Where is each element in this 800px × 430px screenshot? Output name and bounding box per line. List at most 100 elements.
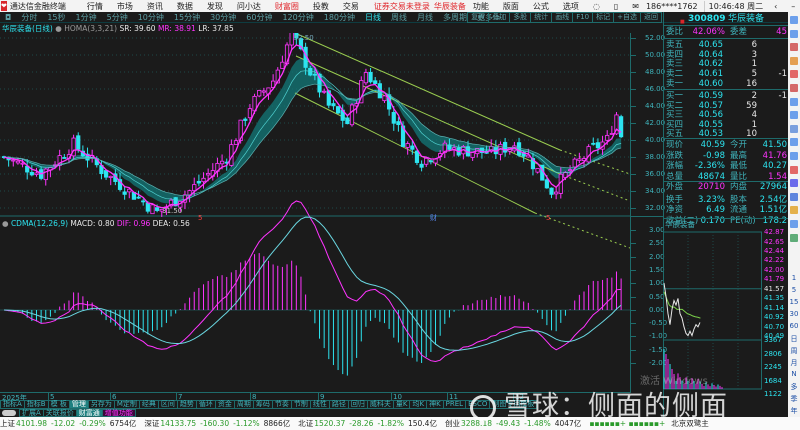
toolbar-button[interactable]: 多股 xyxy=(509,12,532,23)
period-tab[interactable]: 1分钟 xyxy=(76,12,97,23)
service-icon[interactable]: ◌ xyxy=(593,2,600,11)
template-tab[interactable]: 区间 xyxy=(157,400,178,409)
template-tab[interactable]: 趋势 xyxy=(176,400,197,409)
index-quote[interactable]: 深证14133.75 -160.30 -1.12% 8866亿 xyxy=(144,418,290,429)
index-quote[interactable]: 上证4101.98 -12.02 -0.29% 6754亿 xyxy=(0,418,136,429)
template-tab[interactable]: 节奏 xyxy=(271,400,292,409)
period-tab[interactable]: 分时 xyxy=(21,12,37,23)
template-tab[interactable]: 指标B xyxy=(23,400,49,409)
drawing-icon[interactable] xyxy=(790,124,798,133)
scroll-up-icon[interactable] xyxy=(790,16,798,24)
template-tab[interactable]: 模 板 xyxy=(47,400,70,409)
panel-toggle-icon[interactable]: ◘ xyxy=(5,13,11,22)
template-tab[interactable]: 路径 xyxy=(328,400,349,409)
bid-row[interactable]: 买三 40.56 4 xyxy=(666,110,787,120)
rsi-icon[interactable] xyxy=(790,179,798,188)
sidebar-period-button[interactable]: 周 xyxy=(788,346,800,356)
refresh-icon[interactable] xyxy=(790,233,798,242)
sidebar-period-button[interactable]: 日 xyxy=(788,334,800,344)
toolbar-button[interactable]: 复权 xyxy=(467,12,490,23)
trend-icon[interactable] xyxy=(790,70,798,79)
menu-toujiao[interactable]: 投教 xyxy=(313,1,329,12)
account-id[interactable]: 186****1762 xyxy=(646,2,698,11)
menu-shuju[interactable]: 数据 xyxy=(177,1,193,12)
menu-gongneng[interactable]: 功能 xyxy=(473,1,489,12)
period-tab[interactable]: 60分钟 xyxy=(246,12,272,23)
sidebar-period-button[interactable]: 15 xyxy=(788,298,800,306)
template-tab[interactable]: 威科夫 xyxy=(366,400,394,409)
menu-banmian[interactable]: 版面 xyxy=(503,1,519,12)
menu-wenxiaoda[interactable]: 问小达 xyxy=(237,1,261,12)
menu-shichang[interactable]: 市场 xyxy=(117,1,133,12)
template-tab[interactable]: 管理 xyxy=(68,400,89,409)
menu-xuanxiang[interactable]: 选项 xyxy=(563,1,579,12)
template-tab[interactable]: 神K xyxy=(426,400,444,409)
sidebar-period-button[interactable]: 60 xyxy=(788,322,800,330)
phone-icon[interactable]: ▯ xyxy=(614,2,618,11)
ask-row[interactable]: 卖一 40.60 16 xyxy=(666,79,787,89)
template-tab[interactable]: 另存为 xyxy=(87,400,115,409)
bid-row[interactable]: 买四 40.55 1 xyxy=(666,120,787,130)
ask-row[interactable]: 卖二 40.61 5 -1 xyxy=(666,69,787,79)
template-tab[interactable]: 指标A xyxy=(0,400,25,409)
bid-row[interactable]: 买一 40.59 2 -1 xyxy=(666,91,787,101)
indicator-icon[interactable] xyxy=(790,165,798,174)
toolbar-button[interactable]: 返回 xyxy=(640,12,662,23)
kline-chart[interactable]: 52.50 31.50 5 财 5 xyxy=(0,33,630,393)
compare-icon[interactable] xyxy=(790,97,798,106)
minimize-icon[interactable]: – xyxy=(791,2,795,11)
period-tab[interactable]: 15秒 xyxy=(47,12,65,23)
template-tab[interactable]: 回归 xyxy=(347,400,368,409)
period-tab[interactable]: 120分钟 xyxy=(282,12,313,23)
template-tab[interactable]: M定制 xyxy=(113,400,140,409)
intraday-chart[interactable] xyxy=(663,228,763,393)
template-tab[interactable]: 筹码 xyxy=(252,400,273,409)
toolbar-button[interactable]: F10 xyxy=(572,12,594,23)
menu-zixun[interactable]: 资讯 xyxy=(147,1,163,12)
sidebar-period-button[interactable]: 5 xyxy=(788,286,800,294)
extension-tab[interactable]: 关联报价 xyxy=(42,409,77,417)
indicator-settings-icon[interactable]: ● xyxy=(55,24,62,33)
zoom-icon[interactable] xyxy=(790,138,798,147)
template-tab[interactable]: PREL xyxy=(442,400,467,409)
toolbar-button[interactable]: 画线 xyxy=(551,12,574,23)
scroll-down-icon[interactable] xyxy=(790,29,798,38)
message-icon[interactable]: ✉ xyxy=(632,2,639,11)
period-tab[interactable]: 15分钟 xyxy=(174,12,200,23)
template-tab[interactable]: 资金 xyxy=(214,400,235,409)
period-tab[interactable]: 多周期 xyxy=(443,12,467,23)
sidebar-period-button[interactable]: 1 xyxy=(788,274,800,282)
template-tab[interactable]: 线性 xyxy=(309,400,330,409)
template-tab[interactable]: 量K xyxy=(392,400,411,409)
period-tab[interactable]: 30分钟 xyxy=(210,12,236,23)
template-tab[interactable]: 周期 xyxy=(233,400,254,409)
period-tab[interactable]: 180分钟 xyxy=(324,12,355,23)
f10-icon[interactable] xyxy=(790,111,798,120)
template-tab[interactable]: 循环 xyxy=(195,400,216,409)
ask-row[interactable]: 卖三 40.62 1 xyxy=(666,59,787,69)
bars-icon[interactable] xyxy=(790,56,798,65)
extension-tab[interactable]: 增值功能 xyxy=(101,409,136,417)
toolbar-button[interactable]: 叠加 xyxy=(488,12,511,23)
period-tab[interactable]: 5分钟 xyxy=(107,12,128,23)
period-tab[interactable]: 月线 xyxy=(417,12,433,23)
template-tab[interactable]: 经典 xyxy=(138,400,159,409)
menu-jiaoyi[interactable]: 交易 xyxy=(343,1,359,12)
extension-tab[interactable]: 财富通 xyxy=(75,409,103,417)
info-icon[interactable] xyxy=(790,152,798,160)
extension-tab[interactable]: 扩展A xyxy=(19,409,44,417)
sidebar-period-button[interactable]: 30 xyxy=(788,310,800,318)
macd-name[interactable]: CDMA(12,26,9) xyxy=(11,219,68,228)
period-tab[interactable]: 日线 xyxy=(365,12,381,23)
sidebar-period-button[interactable]: 月 xyxy=(788,358,800,368)
sidebar-period-button[interactable]: N xyxy=(788,370,800,378)
ask-row[interactable]: 卖五 40.65 6 xyxy=(666,40,787,50)
period-tab[interactable]: 10分钟 xyxy=(138,12,164,23)
move-icon[interactable] xyxy=(790,192,798,201)
menu-caifuquan[interactable]: 财富圈 xyxy=(275,1,299,12)
menu-hangqing[interactable]: 行情 xyxy=(87,1,103,12)
toolbar-button[interactable]: 标记 xyxy=(592,12,615,23)
ask-row[interactable]: 卖四 40.64 3 xyxy=(666,50,787,60)
period-tab[interactable]: 周线 xyxy=(391,12,407,23)
kline-icon[interactable] xyxy=(790,43,798,52)
